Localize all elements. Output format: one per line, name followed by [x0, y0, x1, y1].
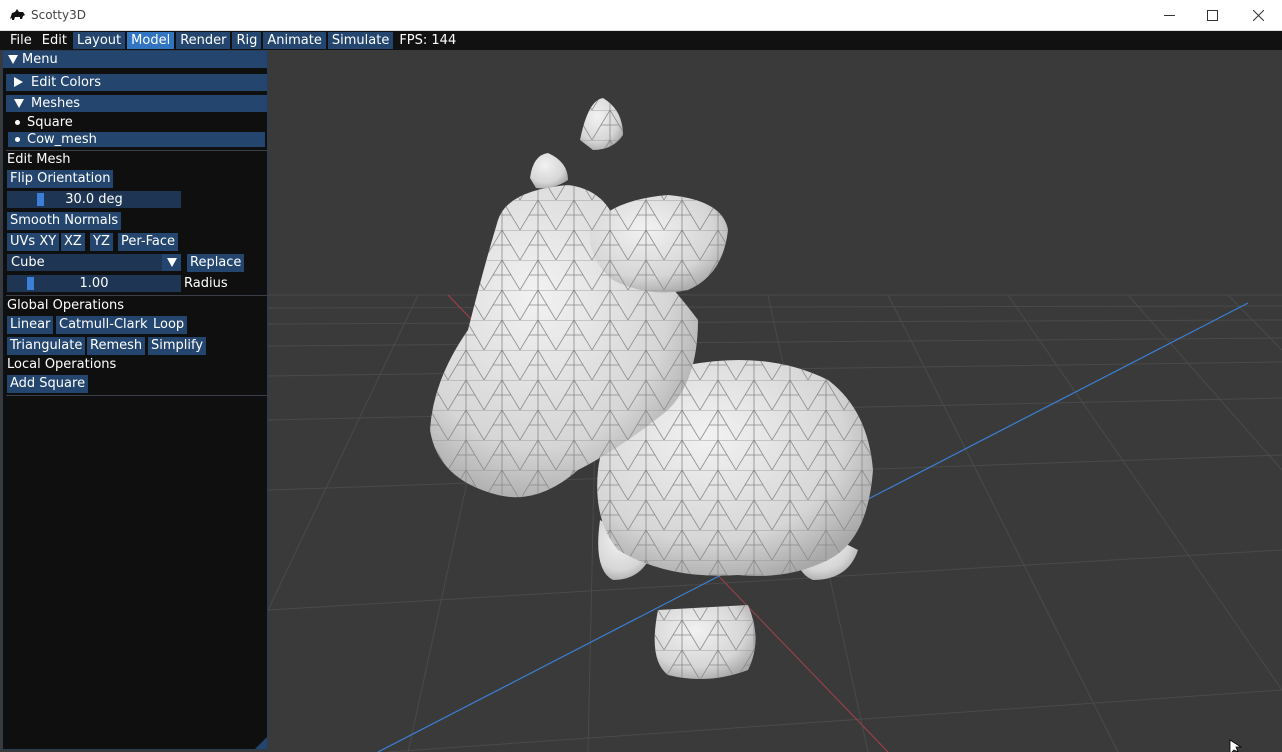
viewport-canvas[interactable] — [268, 50, 1282, 752]
meshes-label: Meshes — [31, 96, 80, 111]
smooth-normals-button[interactable]: Smooth Normals — [7, 212, 122, 230]
main-menubar: File Edit Layout Model Render Rig Animat… — [0, 31, 1282, 50]
edit-colors-label: Edit Colors — [31, 75, 102, 90]
mouse-cursor-icon — [1229, 739, 1243, 752]
mesh-list-item-cow[interactable]: Cow_mesh — [8, 132, 265, 147]
cow-mesh[interactable] — [430, 98, 873, 679]
menu-animate[interactable]: Animate — [263, 32, 326, 49]
radius-label: Radius — [184, 276, 228, 291]
uvs-per-face-button[interactable]: Per-Face — [118, 233, 178, 251]
minimize-icon — [1163, 15, 1175, 16]
linear-button[interactable]: Linear — [7, 316, 54, 334]
angle-slider[interactable]: 30.0 deg — [7, 191, 181, 208]
menu-layout[interactable]: Layout — [72, 32, 126, 49]
simplify-button[interactable]: Simplify — [148, 337, 207, 355]
collapse-arrow-icon — [8, 55, 18, 64]
collapse-arrow-icon — [14, 99, 24, 108]
menu-model[interactable]: Model — [127, 32, 175, 49]
angle-slider-value: 30.0 deg — [65, 192, 123, 207]
divider — [6, 295, 268, 296]
shape-select[interactable]: Cube — [7, 254, 181, 271]
uvs-xz-button[interactable]: XZ — [61, 233, 85, 251]
close-icon — [1252, 10, 1264, 21]
window-titlebar: Scotty3D — [0, 0, 1282, 31]
menu-rig[interactable]: Rig — [232, 32, 262, 49]
flip-orientation-button[interactable]: Flip Orientation — [7, 170, 114, 188]
maximize-button[interactable] — [1189, 0, 1235, 31]
close-button[interactable] — [1235, 0, 1281, 31]
add-square-button[interactable]: Add Square — [7, 375, 89, 393]
mesh-item-label: Cow_mesh — [27, 132, 97, 147]
minimize-button[interactable] — [1146, 0, 1192, 31]
meshes-header[interactable]: Meshes — [6, 95, 267, 112]
bullet-icon — [15, 137, 20, 142]
catmull-clark-button[interactable]: Catmull-Clark — [56, 316, 151, 334]
menu-render[interactable]: Render — [176, 32, 231, 49]
3d-viewport[interactable] — [268, 50, 1282, 752]
menu-file[interactable]: File — [6, 32, 36, 49]
replace-button[interactable]: Replace — [187, 254, 245, 272]
edit-mesh-heading: Edit Mesh — [7, 152, 71, 167]
triangulate-button[interactable]: Triangulate — [7, 337, 86, 355]
maximize-icon — [1206, 10, 1218, 21]
uvs-yz-button[interactable]: YZ — [90, 233, 113, 251]
window-title: Scotty3D — [31, 8, 86, 22]
radius-slider-value: 1.00 — [79, 276, 109, 291]
global-ops-heading: Global Operations — [7, 298, 125, 313]
menu-simulate[interactable]: Simulate — [327, 32, 394, 49]
local-ops-heading: Local Operations — [7, 357, 117, 372]
side-menu-panel: Menu Edit Colors Meshes Square Cow_mesh … — [2, 50, 268, 750]
expand-arrow-icon — [14, 77, 23, 87]
remesh-button[interactable]: Remesh — [87, 337, 146, 355]
panel-resize-grip[interactable] — [255, 737, 267, 749]
mesh-item-label: Square — [27, 115, 73, 130]
fps-counter: FPS: 144 — [399, 33, 457, 48]
edit-colors-header[interactable]: Edit Colors — [6, 74, 267, 91]
shape-select-value: Cube — [11, 255, 45, 270]
menu-panel-title: Menu — [22, 52, 58, 67]
bullet-icon — [15, 120, 20, 125]
chevron-down-icon — [167, 258, 177, 267]
loop-button[interactable]: Loop — [150, 316, 188, 334]
divider — [6, 395, 268, 396]
scotty-logo-icon — [10, 9, 25, 20]
uvs-xy-button[interactable]: UVs XY — [7, 233, 60, 251]
menu-edit[interactable]: Edit — [38, 32, 71, 49]
dropdown-arrow[interactable] — [162, 254, 181, 271]
menu-panel-header[interactable]: Menu — [3, 51, 267, 68]
radius-slider[interactable]: 1.00 — [7, 275, 181, 292]
